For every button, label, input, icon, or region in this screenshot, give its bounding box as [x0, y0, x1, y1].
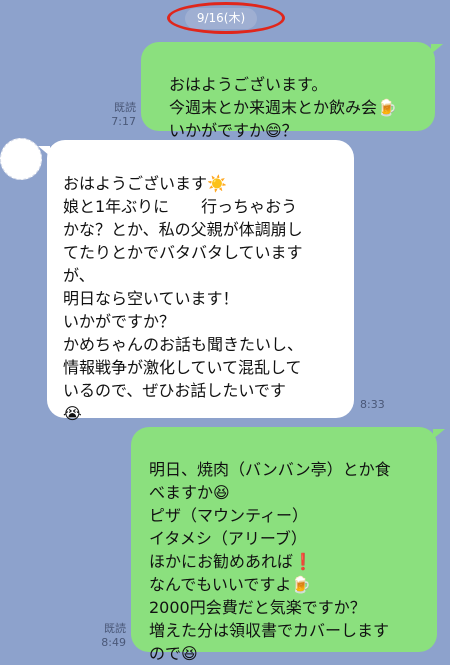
message-time: 8:33 [360, 398, 385, 411]
read-receipt: 既読 [104, 622, 126, 635]
message-meta: 8:33 [360, 398, 394, 412]
message-meta: 既読 7:17 [100, 101, 136, 129]
message-text: 明日、焼肉（バンバン亭）とか食 べますか😆 ピザ（マウンティー） イタメシ（アリ… [149, 460, 391, 663]
date-highlight-circle [167, 2, 285, 34]
chat-background: 9/16(木) おはようございます。 今週末とか来週末とか飲み会🍺 いかがですか… [0, 0, 450, 663]
read-receipt: 既読 [114, 101, 136, 114]
message-text: おはようございます☀️ 娘と1年ぶりに 行っちゃおう かな？とか、私の父親が体調… [63, 174, 304, 423]
bubble-tail [433, 429, 445, 439]
message-time: 8:49 [101, 636, 126, 649]
contact-avatar[interactable] [0, 138, 42, 180]
message-time: 7:17 [111, 115, 136, 128]
message-bubble-incoming[interactable]: おはようございます☀️ 娘と1年ぶりに 行っちゃおう かな？とか、私の父親が体調… [47, 140, 354, 423]
message-bubble-outgoing[interactable]: おはようございます。 今週末とか来週末とか飲み会🍺 いかがですか😄？ [141, 42, 435, 140]
message-text: おはようございます。 今週末とか来週末とか飲み会🍺 いかがですか😄？ [169, 75, 397, 140]
message-meta: 既読 8:49 [90, 622, 126, 650]
bubble-tail [431, 44, 443, 54]
message-bubble-outgoing[interactable]: 明日、焼肉（バンバン亭）とか食 べますか😆 ピザ（マウンティー） イタメシ（アリ… [131, 427, 437, 663]
